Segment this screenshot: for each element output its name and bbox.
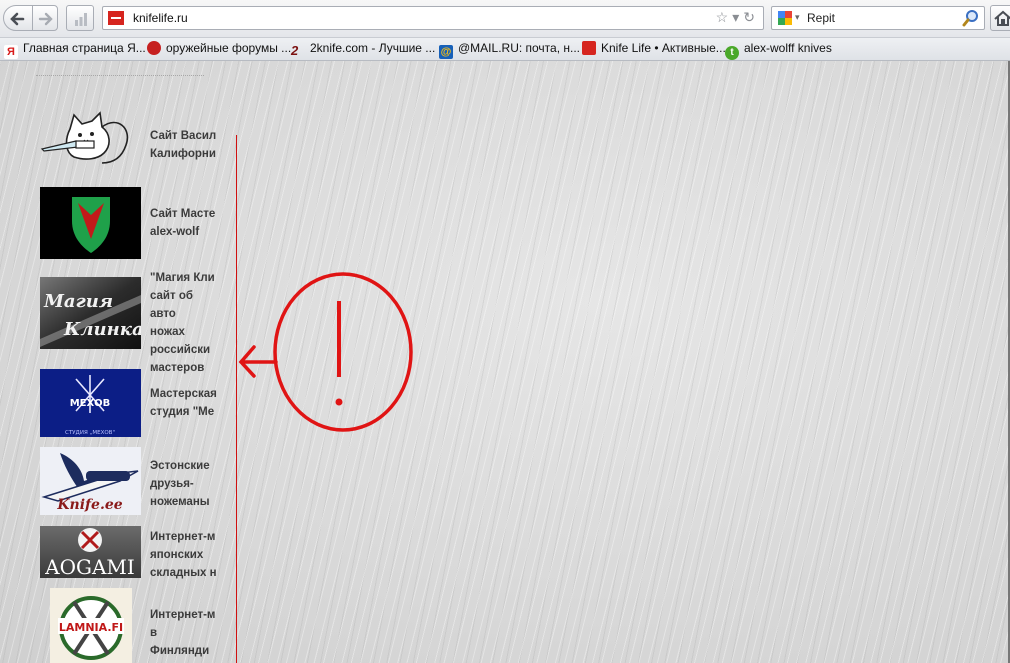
bookmark-knifelife[interactable]: Knife Life • Активные... (582, 41, 726, 57)
magnifier-icon[interactable] (962, 9, 980, 27)
url-text: knifelife.ru (133, 11, 188, 25)
browser-toolbar: knifelife.ru ☆▾↻ ▾ Repit (0, 0, 1010, 38)
svg-text:СТУДИЯ „МЕХОВ": СТУДИЯ „МЕХОВ" (65, 430, 115, 436)
divider (36, 75, 204, 76)
address-bar[interactable]: knifelife.ru ☆▾↻ (102, 6, 764, 30)
link-caption[interactable]: Мастерская студия "Ме (150, 385, 218, 421)
red-divider-line (236, 135, 237, 663)
svg-text:AOGAMI: AOGAMI (44, 555, 135, 578)
svg-text:МЕХОВ: МЕХОВ (70, 398, 111, 409)
mailru-icon: @ (439, 45, 453, 59)
stats-button[interactable] (66, 5, 94, 31)
svg-text:LAMNIA.FI: LAMNIA.FI (59, 621, 123, 634)
link-item[interactable]: Сайт Масте alex-wolf (0, 187, 220, 259)
link-item[interactable]: Сайт Васил Калифорни (0, 111, 220, 171)
forward-button[interactable] (32, 5, 58, 31)
left-arrow-icon (238, 345, 278, 378)
aogami-logo: AOGAMI (40, 526, 141, 578)
2knife-icon: 2 (291, 43, 299, 58)
lamnia-logo: LAMNIA.FI (50, 588, 132, 663)
bookmarks-toolbar: Я Главная страница Я... оружейные форумы … (0, 38, 1010, 61)
link-caption[interactable]: Эстонские друзья- ножеманы (150, 457, 218, 511)
bookmark-alex-wolff[interactable]: t alex-wolff knives (725, 41, 832, 60)
bar-chart-icon (75, 13, 87, 26)
google-icon[interactable] (777, 10, 793, 26)
link-caption[interactable]: Интернет-м в Финлянди (150, 606, 218, 660)
home-button[interactable] (990, 5, 1010, 31)
mehov-studio-logo: МЕХОВ СТУДИЯ „МЕХОВ" (40, 369, 141, 437)
knife-ee-logo: Knife.ee (40, 447, 141, 515)
link-caption[interactable]: "Магия Кли сайт об авто ножах российски … (150, 269, 218, 377)
back-button[interactable] (3, 5, 33, 31)
link-item[interactable]: Knife.ee Эстонские друзья- ножеманы (0, 447, 220, 515)
bookmark-forums[interactable]: оружейные форумы ... (147, 41, 291, 57)
svg-text:Knife.ee: Knife.ee (56, 497, 122, 513)
yandex-icon: Я (4, 45, 18, 59)
search-bar[interactable]: ▾ Repit (771, 6, 985, 30)
magiya-klinka-logo: Магия Клинка (40, 277, 141, 349)
page-content: Сайт Васил Калифорни Сайт Масте alex-wol… (0, 61, 1010, 663)
forum-icon (147, 41, 161, 55)
exclamation-annotation (238, 272, 413, 432)
search-engine-dropdown-icon[interactable]: ▾ (795, 12, 800, 23)
dropdown-arrow-icon[interactable]: ▾ (732, 9, 743, 25)
bookmark-star-icon[interactable]: ☆ (716, 9, 733, 25)
home-icon (994, 10, 1010, 26)
link-item[interactable]: МЕХОВ СТУДИЯ „МЕХОВ" Мастерская студия "… (0, 369, 220, 437)
svg-text:Клинка: Клинка (63, 319, 141, 340)
alex-wolff-shield-logo (40, 187, 141, 259)
link-item[interactable]: Магия Клинка "Магия Кли сайт об авто нож… (0, 272, 220, 374)
back-arrow-icon (10, 12, 25, 26)
link-item[interactable]: LAMNIA.FI Интернет-м в Финлянди (0, 588, 220, 663)
cat-knife-logo (40, 111, 129, 164)
bookmark-yandex[interactable]: Я Главная страница Я... (4, 41, 146, 59)
link-item[interactable]: AOGAMI Интернет-м японских складных н (0, 526, 220, 579)
link-caption[interactable]: Интернет-м японских складных н (150, 528, 218, 582)
leaf-icon: t (725, 46, 739, 60)
bookmark-2knife[interactable]: 2 2knife.com - Лучшие ... (291, 41, 435, 58)
svg-text:Магия: Магия (43, 291, 113, 312)
link-caption[interactable]: Сайт Масте alex-wolf (150, 205, 218, 241)
exclamation-dot (335, 398, 343, 406)
search-input[interactable]: Repit (807, 11, 835, 25)
forward-arrow-icon (38, 12, 53, 26)
bookmark-mailru[interactable]: @ @MAIL.RU: почта, н... (439, 41, 580, 59)
reload-icon[interactable]: ↻ (743, 9, 759, 25)
site-favicon-icon (108, 11, 124, 25)
link-caption[interactable]: Сайт Васил Калифорни (150, 127, 218, 163)
knifelife-icon (582, 41, 596, 55)
